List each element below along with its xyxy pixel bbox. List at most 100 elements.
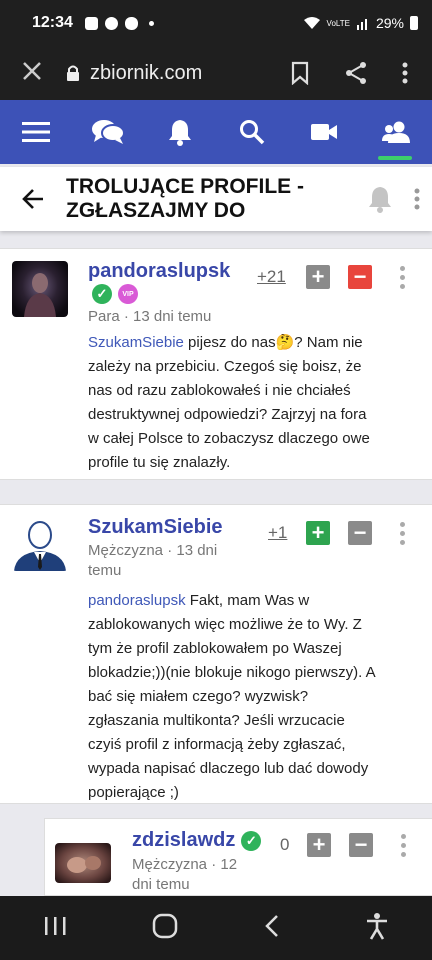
post-meta-line: Mężczyzna · 12 bbox=[132, 856, 238, 873]
post-text-line: Fakt, mam Was w bbox=[185, 592, 310, 609]
post-text-line: zgłaszania multikonta? Jeśli wrzucacie bbox=[88, 712, 345, 729]
bell-icon bbox=[169, 120, 191, 146]
post-text-line: wypada napisać dlaczego lub dać dowody bbox=[88, 760, 369, 777]
avatar-photo bbox=[24, 273, 56, 317]
active-tab-indicator bbox=[378, 156, 412, 160]
search-icon bbox=[240, 120, 265, 145]
post-score[interactable]: 0 bbox=[280, 835, 289, 855]
post: pandoraslupsk ✓ VIP Para · 13 dni temu +… bbox=[0, 248, 432, 480]
post-username[interactable]: zdzislawdz ✓ bbox=[132, 829, 262, 852]
share-icon[interactable] bbox=[344, 61, 368, 85]
avatar[interactable] bbox=[55, 843, 111, 883]
close-tab-button[interactable] bbox=[0, 56, 64, 90]
thread-title-line-1: TROLUJĄCE PROFILE - bbox=[66, 175, 305, 198]
menu-button[interactable] bbox=[16, 112, 56, 152]
post-menu-button[interactable] bbox=[401, 834, 407, 861]
battery-percent: 29% bbox=[375, 15, 404, 31]
post-meta-line: dni temu bbox=[132, 876, 190, 893]
more-vertical-icon bbox=[414, 188, 420, 210]
chat-button[interactable] bbox=[88, 112, 128, 152]
post-content: pandoraslupsk Fakt, mam Was w zablokowan… bbox=[88, 589, 424, 805]
site-navigation bbox=[0, 100, 432, 164]
upvote-button[interactable]: + bbox=[307, 833, 331, 857]
post-text-line: zablokowanych więc możliwe że to Wy. Z bbox=[88, 616, 362, 633]
wifi-icon bbox=[303, 17, 320, 29]
post-text-line: w całej Polsce to zobaczysz dlaczego owe bbox=[88, 430, 370, 447]
post-text-line: czyiś profil z informacją żeby zgłaszać, bbox=[88, 736, 346, 753]
post-text-line: nas od razu zablokowałeś i nie chciałeś bbox=[88, 382, 351, 399]
cloud-icon bbox=[124, 16, 138, 30]
thread-menu-button[interactable] bbox=[402, 187, 432, 211]
video-button[interactable] bbox=[304, 112, 344, 152]
downvote-button[interactable]: − bbox=[348, 265, 372, 289]
upvote-button[interactable]: + bbox=[306, 521, 330, 545]
mention-link[interactable]: pandoraslupsk bbox=[88, 592, 186, 609]
avatar[interactable] bbox=[12, 261, 68, 317]
thread-header: TROLUJĄCE PROFILE - ZGŁASZAJMY DO bbox=[0, 167, 432, 231]
post-meta-line: Mężczyzna · 13 dni bbox=[88, 542, 218, 559]
accessibility-button[interactable] bbox=[365, 912, 389, 945]
bookmark-icon[interactable] bbox=[290, 61, 310, 85]
upvote-button[interactable]: + bbox=[306, 265, 330, 289]
status-bar: 12:34 VoLTE 29% bbox=[0, 0, 432, 46]
chevron-left-icon bbox=[264, 914, 278, 937]
mention-link[interactable]: SzukamSiebie bbox=[88, 334, 184, 351]
user-badges: ✓ VIP bbox=[92, 284, 138, 304]
home-button[interactable] bbox=[152, 913, 178, 944]
thread-title-line-2: ZGŁASZAJMY DO bbox=[66, 199, 246, 222]
system-back-button[interactable] bbox=[264, 914, 280, 943]
downvote-button[interactable]: − bbox=[348, 521, 372, 545]
home-icon bbox=[153, 913, 178, 938]
network-label: VoLTE bbox=[326, 18, 350, 28]
recent-apps-icon bbox=[44, 916, 66, 935]
post-meta: Para · 13 dni temu bbox=[88, 308, 212, 325]
status-time: 12:34 bbox=[32, 14, 73, 31]
vip-badge: VIP bbox=[118, 284, 138, 304]
post-username[interactable]: SzukamSiebie bbox=[88, 516, 223, 539]
notifications-button[interactable] bbox=[160, 112, 200, 152]
bell-icon bbox=[369, 187, 391, 213]
arrow-left-icon bbox=[22, 189, 43, 209]
video-camera-icon bbox=[311, 124, 337, 140]
reply-post: zdzislawdz ✓ Mężczyzna · 12 dni temu 0 +… bbox=[44, 818, 432, 896]
browser-menu-icon[interactable] bbox=[402, 61, 408, 85]
system-navigation-bar bbox=[0, 896, 432, 960]
chat-bubbles-icon bbox=[92, 120, 125, 144]
post-score[interactable]: +21 bbox=[257, 267, 286, 287]
verified-check-icon: ✓ bbox=[241, 830, 262, 851]
thread-subscribe-button[interactable] bbox=[358, 185, 402, 213]
downvote-button[interactable]: − bbox=[349, 833, 373, 857]
post-meta: Mężczyzna · 12 dni temu bbox=[132, 855, 237, 895]
recent-apps-button[interactable] bbox=[43, 915, 67, 942]
post-menu-button[interactable] bbox=[400, 522, 406, 549]
post-menu-button[interactable] bbox=[400, 266, 406, 293]
close-icon bbox=[23, 62, 41, 80]
status-right: VoLTE 29% bbox=[303, 15, 418, 31]
users-icon bbox=[382, 121, 410, 143]
verified-check-icon: ✓ bbox=[92, 284, 112, 304]
accessibility-icon bbox=[367, 912, 388, 940]
post-text-line: blokadzie;))(nie blokuje nikogo pierwszy… bbox=[88, 664, 376, 681]
hamburger-icon bbox=[22, 122, 50, 142]
post-text-line: zależy na przebiciu. Czegoś się boisz, ż… bbox=[88, 358, 362, 375]
lock-icon bbox=[67, 65, 79, 81]
notification-icons bbox=[84, 16, 154, 30]
signal-icon bbox=[356, 19, 367, 30]
avatar[interactable] bbox=[12, 515, 68, 571]
post-text-line: pijesz do nas🤔? Nam nie bbox=[183, 334, 363, 351]
search-button[interactable] bbox=[232, 112, 272, 152]
default-avatar-icon bbox=[14, 521, 66, 571]
post-meta: Mężczyzna · 13 dni temu bbox=[88, 541, 217, 581]
more-notifications-dot bbox=[148, 20, 154, 26]
post-text-line: destruktywnej odpowiedzi? Zajrzyj na for… bbox=[88, 406, 367, 423]
friends-button[interactable] bbox=[376, 112, 416, 160]
post-score[interactable]: +1 bbox=[268, 523, 287, 543]
post-text-line: profile tu się znalazły. bbox=[88, 454, 231, 471]
back-button[interactable] bbox=[0, 188, 66, 210]
url-text[interactable]: zbiornik.com bbox=[90, 62, 202, 85]
post-username-text: zdzislawdz bbox=[132, 829, 236, 851]
post-username[interactable]: pandoraslupsk bbox=[88, 260, 230, 283]
post: SzukamSiebie Mężczyzna · 13 dni temu +1 … bbox=[0, 504, 432, 804]
avatar-photo bbox=[67, 856, 101, 873]
post-content: SzukamSiebie pijesz do nas🤔? Nam nie zal… bbox=[88, 331, 424, 475]
